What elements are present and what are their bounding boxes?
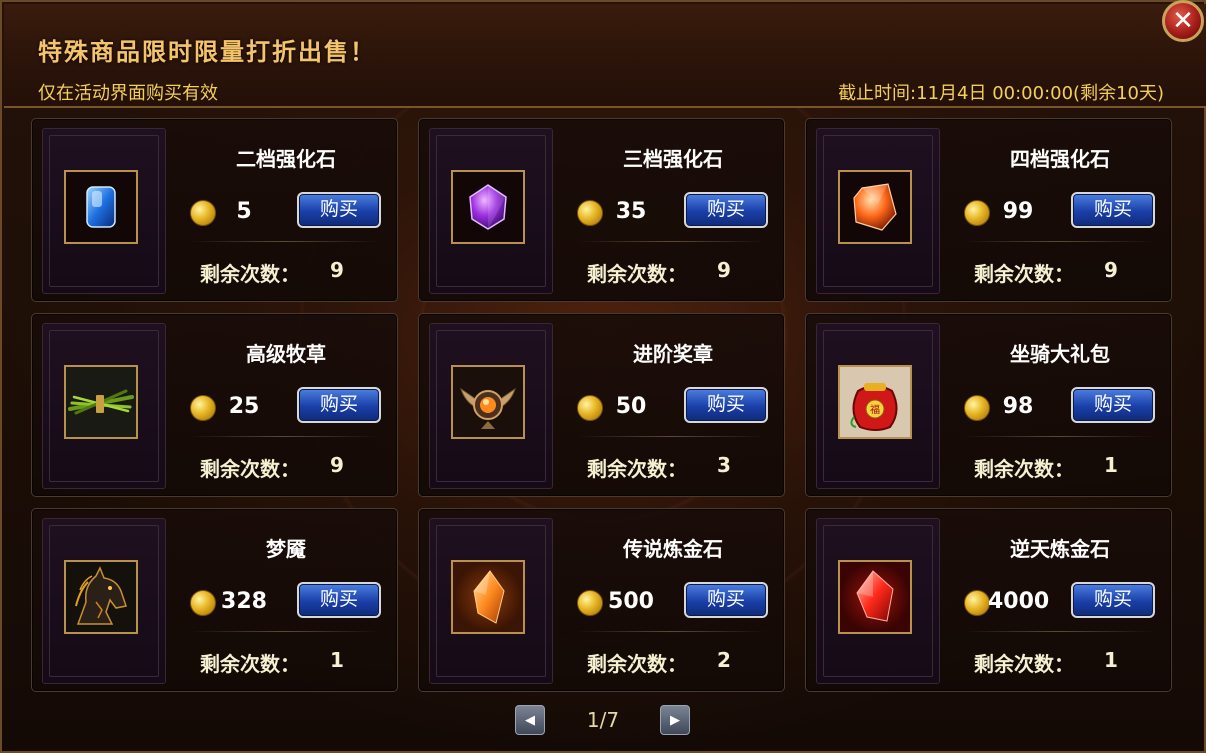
close-button[interactable]: ✕ <box>1162 0 1204 42</box>
item-name: 四档强化石 <box>1010 147 1110 171</box>
remaining-label: 剩余次数： <box>200 262 300 286</box>
buy-button[interactable]: 购买 <box>297 192 381 228</box>
buy-button[interactable]: 购买 <box>1071 387 1155 423</box>
page-indicator: 1/7 <box>586 708 620 732</box>
item-price: 35 <box>615 199 647 224</box>
item-card: 四档强化石 99 购买 剩余次数： 9 <box>805 118 1172 302</box>
buy-button[interactable]: 购买 <box>297 387 381 423</box>
divider <box>577 631 766 632</box>
item-name: 三档强化石 <box>623 147 723 171</box>
divider <box>190 631 379 632</box>
item-card: 高级牧草 25 购买 剩余次数： 9 <box>31 313 398 497</box>
prev-page-button[interactable]: ◀ <box>515 705 545 735</box>
remaining-count: 3 <box>717 453 731 477</box>
pagination: ◀ 1/7 ▶ <box>515 705 691 735</box>
item-price: 4000 <box>988 589 1050 614</box>
item-card: 逆天炼金石 4000 购买 剩余次数： 1 <box>805 508 1172 692</box>
nightmare-horse-icon[interactable] <box>64 560 138 634</box>
remaining-label: 剩余次数： <box>200 457 300 481</box>
buy-button[interactable]: 购买 <box>297 582 381 618</box>
divider <box>190 241 379 242</box>
remaining-count: 2 <box>717 648 731 672</box>
arrow-right-icon: ▶ <box>670 712 680 728</box>
purple-gem-icon[interactable] <box>451 170 525 244</box>
buy-button[interactable]: 购买 <box>684 582 768 618</box>
remaining-count: 1 <box>330 648 344 672</box>
panel-title: 特殊商品限时限量打折出售！ <box>38 38 376 66</box>
panel-subtitle: 仅在活动界面购买有效 <box>38 83 218 104</box>
gold-coin-icon <box>964 590 990 616</box>
remaining-count: 9 <box>330 258 344 282</box>
winged-medal-icon[interactable] <box>451 365 525 439</box>
remaining-label: 剩余次数： <box>974 652 1074 676</box>
item-price: 500 <box>608 589 654 614</box>
svg-text:福: 福 <box>870 403 880 416</box>
remaining-count: 9 <box>717 258 731 282</box>
remaining-label: 剩余次数： <box>587 652 687 676</box>
remaining-label: 剩余次数： <box>974 262 1074 286</box>
item-card: 福 坐骑大礼包 98 购买 剩余次数： 1 <box>805 313 1172 497</box>
item-name: 进阶奖章 <box>633 342 713 366</box>
orange-crystal-icon[interactable] <box>451 560 525 634</box>
item-price: 50 <box>615 394 647 419</box>
item-price: 328 <box>221 589 267 614</box>
item-card: 进阶奖章 50 购买 剩余次数： 3 <box>418 313 785 497</box>
buy-button[interactable]: 购买 <box>684 387 768 423</box>
item-name: 高级牧草 <box>246 342 326 366</box>
orange-gem-icon[interactable] <box>838 170 912 244</box>
item-name: 传说炼金石 <box>623 537 723 561</box>
divider <box>964 436 1153 437</box>
gold-coin-icon <box>964 200 990 226</box>
remaining-count: 1 <box>1104 453 1118 477</box>
gold-coin-icon <box>577 395 603 421</box>
remaining-label: 剩余次数： <box>587 262 687 286</box>
item-card: 二档强化石 5 购买 剩余次数： 9 <box>31 118 398 302</box>
item-name: 逆天炼金石 <box>1010 537 1110 561</box>
arrow-left-icon: ◀ <box>525 712 535 728</box>
item-price: 99 <box>1002 199 1034 224</box>
remaining-label: 剩余次数： <box>587 457 687 481</box>
item-name: 梦魇 <box>266 537 306 561</box>
gold-coin-icon <box>577 200 603 226</box>
divider <box>577 241 766 242</box>
item-price: 5 <box>236 199 252 224</box>
buy-button[interactable]: 购买 <box>684 192 768 228</box>
remaining-label: 剩余次数： <box>200 652 300 676</box>
red-crystal-icon[interactable] <box>838 560 912 634</box>
gold-coin-icon <box>190 590 216 616</box>
deadline-text: 截止时间:11月4日 00:00:00(剩余10天) <box>838 83 1164 104</box>
header: 特殊商品限时限量打折出售！ 仅在活动界面购买有效 截止时间:11月4日 00:0… <box>4 4 1206 108</box>
remaining-count: 9 <box>1104 258 1118 282</box>
item-price: 25 <box>228 394 260 419</box>
remaining-label: 剩余次数： <box>974 457 1074 481</box>
item-name: 坐骑大礼包 <box>1010 342 1110 366</box>
item-card: 梦魇 328 购买 剩余次数： 1 <box>31 508 398 692</box>
divider <box>190 436 379 437</box>
close-icon: ✕ <box>1172 6 1194 36</box>
gold-coin-icon <box>964 395 990 421</box>
item-name: 二档强化石 <box>236 147 336 171</box>
item-card: 传说炼金石 500 购买 剩余次数： 2 <box>418 508 785 692</box>
buy-button[interactable]: 购买 <box>1071 582 1155 618</box>
remaining-count: 1 <box>1104 648 1118 672</box>
gold-coin-icon <box>190 395 216 421</box>
divider <box>964 241 1153 242</box>
divider <box>577 436 766 437</box>
gold-coin-icon <box>190 200 216 226</box>
remaining-count: 9 <box>330 453 344 477</box>
item-card: 三档强化石 35 购买 剩余次数： 9 <box>418 118 785 302</box>
divider <box>964 631 1153 632</box>
gold-coin-icon <box>577 590 603 616</box>
item-price: 98 <box>1002 394 1034 419</box>
grass-bundle-icon[interactable] <box>64 365 138 439</box>
next-page-button[interactable]: ▶ <box>660 705 690 735</box>
blue-gem-icon[interactable] <box>64 170 138 244</box>
red-gift-bag-icon[interactable]: 福 <box>838 365 912 439</box>
buy-button[interactable]: 购买 <box>1071 192 1155 228</box>
